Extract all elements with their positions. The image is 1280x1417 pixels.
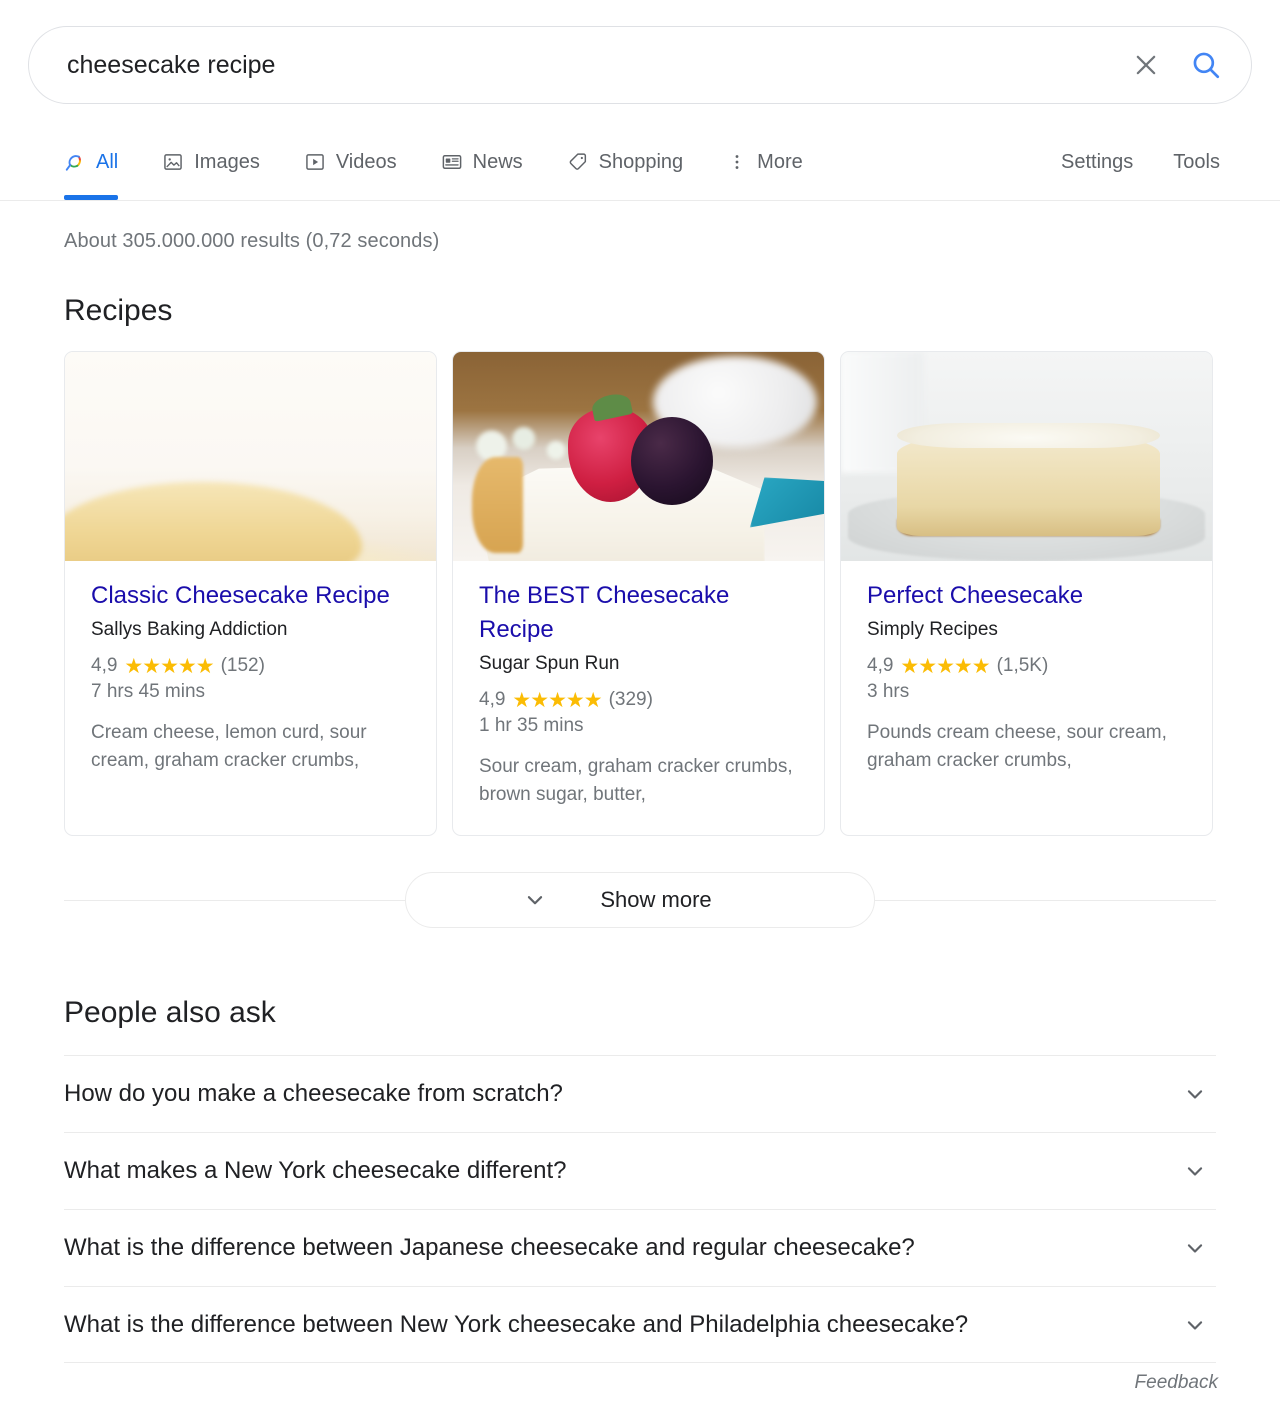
recipes-heading: Recipes: [64, 294, 173, 327]
rating-value: 4,9: [479, 689, 506, 710]
nav-right-actions: Settings Tools: [1061, 138, 1220, 186]
recipe-ingredients: Cream cheese, lemon curd, sour cream, gr…: [91, 722, 367, 771]
chevron-down-icon: [1187, 1167, 1203, 1176]
tab-more-label: More: [757, 151, 803, 173]
tab-videos[interactable]: Videos: [304, 138, 419, 186]
paa-question-text: How do you make a cheesecake from scratc…: [64, 1080, 563, 1107]
search-nav: All Images Videos News Shopping More Set…: [0, 138, 1280, 201]
clear-search-button[interactable]: [1129, 48, 1163, 82]
perfect-cheesecake-whole-photo[interactable]: [841, 352, 1212, 561]
recipe-card-list: Classic Cheesecake Recipe Sallys Baking …: [64, 351, 1213, 836]
recipe-card-body: The BEST Cheesecake Recipe Sugar Spun Ru…: [453, 561, 824, 835]
recipe-rating: 4,9 ★★★★★ (1,5K): [867, 655, 1186, 677]
tab-more[interactable]: More: [727, 138, 825, 186]
rating-count: (152): [220, 655, 265, 676]
recipe-source: Sallys Baking Addiction: [91, 619, 288, 640]
recipe-card[interactable]: Perfect Cheesecake Simply Recipes 4,9 ★★…: [840, 351, 1213, 836]
search-results-page: All Images Videos: [0, 0, 1280, 1417]
image-icon: [164, 154, 183, 170]
feedback-link[interactable]: Feedback: [1135, 1372, 1218, 1394]
paa-question-text: What makes a New York cheesecake differe…: [64, 1157, 567, 1184]
more-vertical-icon: [735, 155, 739, 169]
show-more-button[interactable]: Show more: [405, 872, 875, 928]
classic-cheesecake-photo[interactable]: [65, 352, 436, 561]
paa-expand-button[interactable]: [1182, 1312, 1208, 1338]
tab-shopping[interactable]: Shopping: [567, 138, 706, 186]
tab-shopping-label: Shopping: [598, 151, 684, 173]
active-tab-underline: [64, 195, 119, 200]
paa-expand-button[interactable]: [1182, 1235, 1208, 1261]
tag-icon: [569, 153, 586, 170]
show-more-container: Show more: [64, 872, 1216, 928]
rating-count: (1,5K): [996, 655, 1049, 676]
recipe-source: Simply Recipes: [867, 619, 998, 640]
rating-stars: ★★★★★: [124, 654, 214, 678]
recipe-card[interactable]: Classic Cheesecake Recipe Sallys Baking …: [64, 351, 437, 836]
photo-crust-shape: [471, 456, 524, 553]
recipe-rating: 4,9 ★★★★★ (152): [91, 655, 410, 677]
search-input[interactable]: [67, 49, 1129, 81]
chevron-down-icon: [528, 896, 543, 905]
search-bar[interactable]: [28, 26, 1252, 104]
tab-all[interactable]: All: [64, 138, 140, 200]
paa-question-item[interactable]: What is the difference between Japanese …: [64, 1209, 1216, 1286]
recipe-title-link[interactable]: The BEST Cheesecake Recipe: [479, 579, 798, 647]
paa-expand-button[interactable]: [1182, 1081, 1208, 1107]
recipe-cook-time: 7 hrs 45 mins: [91, 681, 206, 702]
search-actions: [1129, 48, 1223, 82]
tab-images[interactable]: Images: [162, 138, 282, 186]
chevron-down-icon: [1187, 1244, 1203, 1253]
recipe-ingredients: Sour cream, graham cracker crumbs, brown…: [479, 756, 793, 805]
recipe-title-link[interactable]: Perfect Cheesecake: [867, 579, 1186, 613]
paa-question-item[interactable]: What is the difference between New York …: [64, 1286, 1216, 1363]
result-stats: About 305.000.000 results (0,72 seconds): [64, 230, 440, 252]
best-cheesecake-slice-with-berries-photo[interactable]: [453, 352, 824, 561]
tab-images-label: Images: [194, 151, 260, 173]
news-icon: [442, 155, 461, 169]
paa-question-text: What is the difference between Japanese …: [64, 1234, 915, 1261]
settings-button[interactable]: Settings: [1061, 151, 1133, 174]
close-icon: [1136, 55, 1156, 75]
rating-stars: ★★★★★: [900, 654, 990, 678]
recipe-ingredients: Pounds cream cheese, sour cream, graham …: [867, 722, 1167, 771]
tab-news-label: News: [472, 151, 523, 173]
recipe-card[interactable]: The BEST Cheesecake Recipe Sugar Spun Ru…: [452, 351, 825, 836]
video-icon: [306, 154, 324, 170]
recipe-card-body: Perfect Cheesecake Simply Recipes 4,9 ★★…: [841, 561, 1212, 801]
rating-count: (329): [608, 689, 653, 710]
rating-value: 4,9: [867, 655, 894, 676]
paa-question-text: What is the difference between New York …: [64, 1310, 969, 1338]
search-icon: [65, 155, 81, 171]
tools-button[interactable]: Tools: [1173, 151, 1220, 174]
chevron-down-icon: [1187, 1090, 1203, 1099]
tab-all-label: All: [96, 151, 119, 173]
recipe-source: Sugar Spun Run: [479, 653, 620, 674]
search-submit-button[interactable]: [1189, 48, 1223, 82]
nav-tab-list: All Images Videos News Shopping More: [64, 138, 847, 200]
recipe-rating: 4,9 ★★★★★ (329): [479, 689, 798, 711]
paa-question-item[interactable]: How do you make a cheesecake from scratc…: [64, 1055, 1216, 1132]
photo-blackberry-shape: [631, 416, 713, 505]
people-also-ask-heading: People also ask: [64, 996, 276, 1029]
search-icon: [1193, 52, 1220, 79]
tab-videos-label: Videos: [335, 151, 397, 173]
paa-expand-button[interactable]: [1182, 1158, 1208, 1184]
rating-value: 4,9: [91, 655, 118, 676]
rating-stars: ★★★★★: [512, 688, 602, 712]
recipe-cook-time: 1 hr 35 mins: [479, 715, 584, 736]
recipe-title-link[interactable]: Classic Cheesecake Recipe: [91, 579, 410, 613]
photo-teal-napkin-shape: [749, 477, 824, 528]
show-more-label: Show more: [600, 887, 712, 912]
people-also-ask-list: How do you make a cheesecake from scratc…: [64, 1055, 1216, 1363]
photo-cake-top-shape: [896, 423, 1161, 449]
search-bar-container: [28, 26, 1252, 104]
chevron-down-icon: [1187, 1320, 1203, 1330]
recipe-cook-time: 3 hrs: [867, 681, 910, 702]
paa-question-item[interactable]: What makes a New York cheesecake differe…: [64, 1132, 1216, 1209]
tab-news[interactable]: News: [441, 138, 545, 186]
recipe-card-body: Classic Cheesecake Recipe Sallys Baking …: [65, 561, 436, 801]
